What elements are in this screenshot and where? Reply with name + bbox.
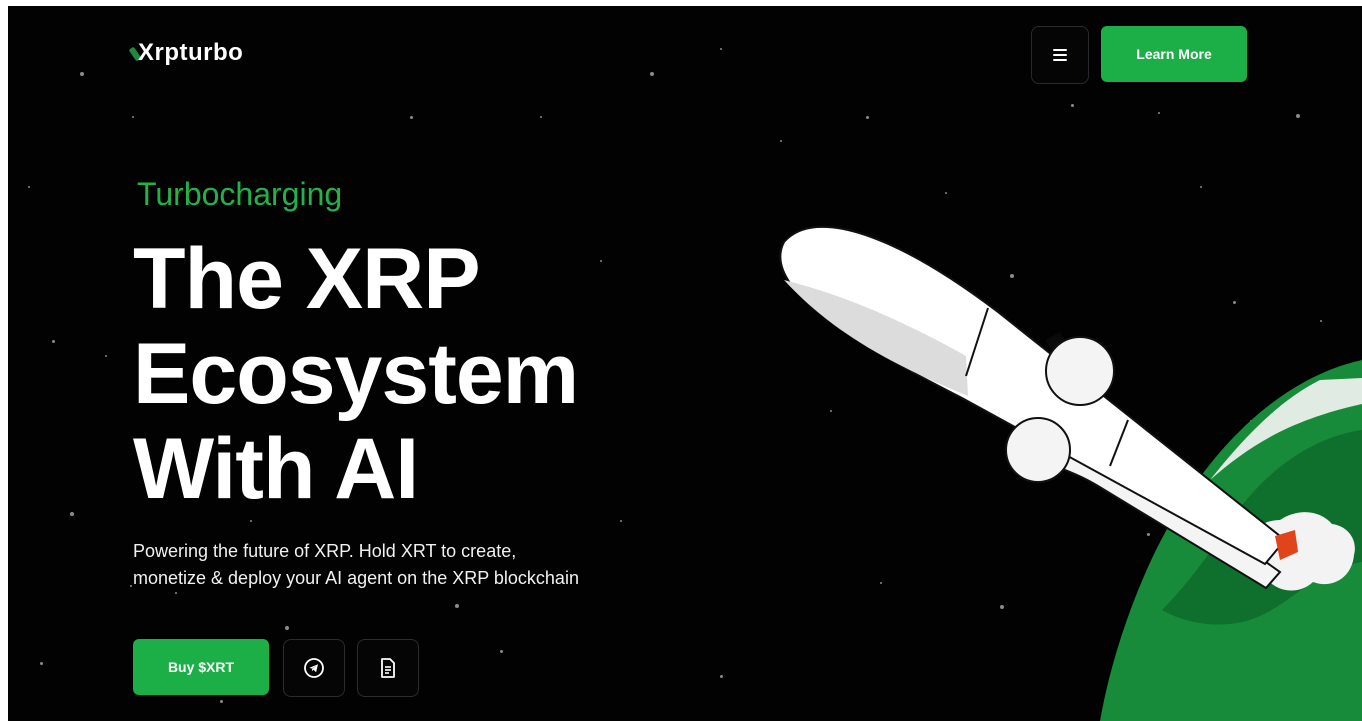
window-top-edge: [0, 0, 1362, 6]
star-dot: [1296, 114, 1300, 118]
rocket-booster-nose: [1045, 336, 1115, 406]
headline-line-2: Ecosystem: [133, 326, 579, 422]
star-dot: [132, 116, 134, 118]
star-dot: [130, 585, 132, 587]
star-dot: [866, 116, 869, 119]
star-dot: [40, 662, 43, 665]
window-left-edge: [0, 0, 8, 721]
star-dot: [620, 520, 622, 522]
star-dot: [28, 186, 30, 188]
buy-xrt-button[interactable]: Buy $XRT: [133, 639, 269, 695]
rocket-lower-booster-nose: [1005, 417, 1071, 483]
star-dot: [1158, 112, 1160, 114]
star-dot: [500, 650, 503, 653]
learn-more-button[interactable]: Learn More: [1101, 26, 1247, 82]
star-dot: [80, 72, 84, 76]
star-dot: [1071, 104, 1074, 107]
rocket-body: [779, 225, 1287, 566]
star-dot: [250, 520, 252, 522]
hero-eyebrow: Turbocharging: [137, 176, 343, 212]
menu-button[interactable]: [1031, 26, 1089, 84]
document-icon: [381, 658, 395, 678]
star-dot: [780, 140, 782, 142]
star-dot: [540, 116, 542, 118]
hero-page: Xrpturbo Learn More Turbocharging The XR…: [0, 0, 1362, 721]
star-dot: [720, 48, 722, 50]
headline-line-1: The XRP: [133, 231, 481, 327]
star-dot: [720, 675, 723, 678]
star-dot: [175, 592, 177, 594]
headline-line-3: With AI: [133, 421, 419, 517]
menu-icon: [1053, 49, 1067, 61]
star-dot: [410, 116, 413, 119]
star-dot: [1200, 186, 1202, 188]
star-dot: [455, 604, 459, 608]
star-dot: [650, 72, 654, 76]
star-dot: [52, 340, 55, 343]
subtitle-line-2: monetize & deploy your AI agent on the X…: [133, 568, 579, 588]
document-button[interactable]: [357, 639, 419, 697]
hero-headline: The XRP Ecosystem With AI: [133, 232, 653, 517]
star-dot: [70, 512, 74, 516]
star-dot: [105, 355, 107, 357]
telegram-icon: [304, 658, 324, 678]
rocket-earth-illustration: [760, 190, 1362, 721]
subtitle-line-1: Powering the future of XRP. Hold XRT to …: [133, 541, 517, 561]
hero-subtitle: Powering the future of XRP. Hold XRT to …: [133, 538, 653, 592]
site-logo[interactable]: Xrpturbo: [138, 39, 243, 67]
star-dot: [220, 700, 223, 703]
telegram-button[interactable]: [283, 639, 345, 697]
star-dot: [285, 626, 289, 630]
